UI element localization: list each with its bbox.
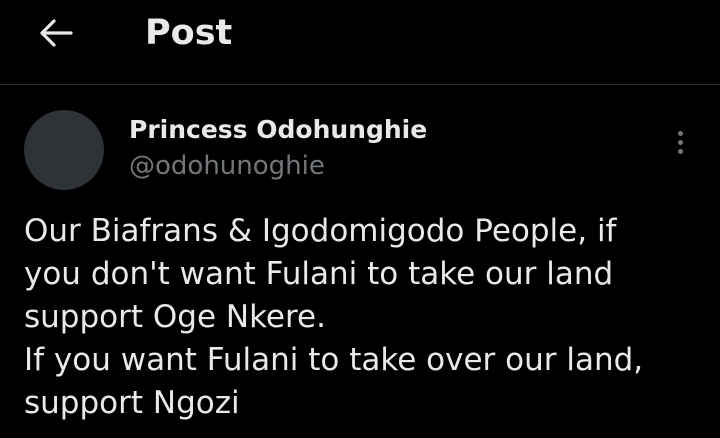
post-text-line: support Oge Nkere. [24,299,326,335]
post-text-line: Our Biafrans & Igodomigodo People, if [24,213,617,249]
arrow-left-icon [40,19,73,47]
post-text: Our Biafrans & Igodomigodo People, if yo… [24,210,704,425]
more-options-button[interactable] [664,124,696,160]
top-app-bar: Post [0,0,720,85]
more-vertical-icon [677,130,683,154]
back-button[interactable] [30,10,82,56]
avatar[interactable] [24,110,104,190]
post-text-line: If you want Fulani to take over our land… [24,342,644,378]
post-text-line: support Ngozi [24,385,240,421]
author-name[interactable]: Princess Odohunghie [129,114,427,146]
post-text-line: you don't want Fulani to take our land [24,256,614,292]
page-title: Post [145,13,233,53]
author-handle[interactable]: @odohunoghie [129,149,325,183]
